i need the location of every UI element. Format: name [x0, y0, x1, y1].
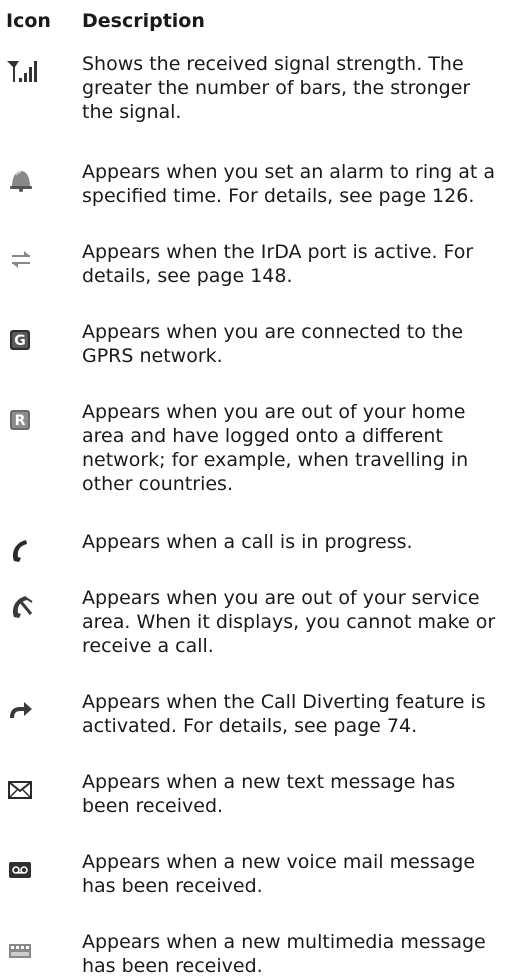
row-description: Shows the received signal strength. The …	[82, 53, 471, 123]
header-description-label: Description	[82, 10, 205, 32]
row-description: Appears when the IrDA port is active. Fo…	[82, 241, 474, 287]
svg-text:G: G	[14, 333, 26, 349]
irda-icon	[6, 246, 42, 276]
row-description: Appears when you set an alarm to ring at…	[82, 161, 496, 207]
no-service-icon	[6, 592, 42, 622]
multimedia-message-icon	[6, 936, 42, 966]
alarm-bell-icon	[6, 166, 42, 196]
roaming-icon: R	[6, 406, 42, 436]
call-divert-icon	[6, 696, 42, 726]
row-description: Appears when you are connected to the GP…	[82, 321, 464, 367]
row-description: Appears when a new text message has been…	[82, 771, 456, 817]
call-in-progress-icon	[6, 536, 42, 566]
row-description: Appears when you are out of your home ar…	[82, 401, 469, 495]
row-description: Appears when a new multimedia message ha…	[82, 931, 486, 977]
row-description: Appears when a call is in progress.	[82, 531, 413, 553]
gprs-icon: G	[6, 326, 42, 356]
header-icon-label: Icon	[6, 10, 51, 32]
row-description: Appears when a new voice mail message ha…	[82, 851, 476, 897]
voice-mail-icon	[6, 856, 42, 886]
text-message-icon	[6, 776, 42, 806]
row-description: Appears when you are out of your service…	[82, 587, 496, 657]
svg-text:R: R	[15, 413, 26, 429]
table-header: Icon Description	[6, 10, 512, 32]
signal-strength-icon	[6, 58, 42, 88]
row-description: Appears when the Call Diverting feature …	[82, 691, 486, 737]
